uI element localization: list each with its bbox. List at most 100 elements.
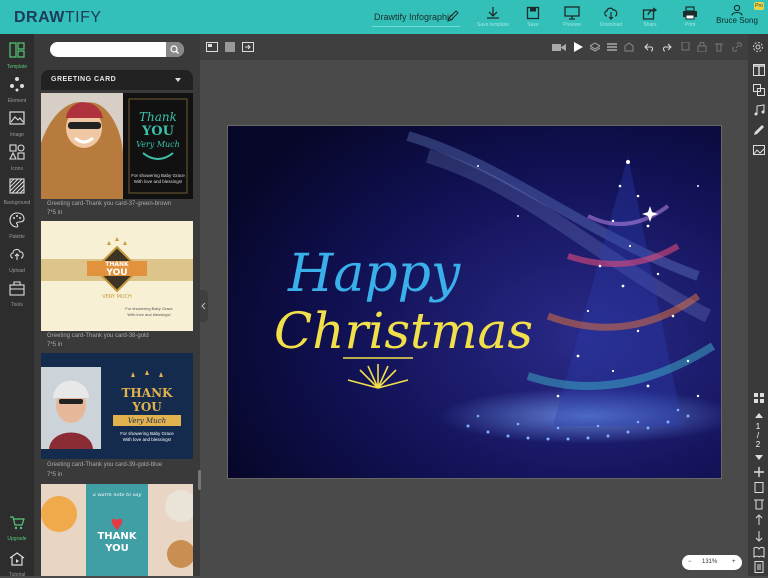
nav-image[interactable]: Image [0, 110, 34, 138]
search-input[interactable] [50, 42, 184, 57]
template-card[interactable]: a warm note to say THANK YOU [41, 484, 193, 576]
share-icon [642, 7, 658, 20]
share-button[interactable]: Share [633, 6, 667, 32]
tutorial-icon [9, 552, 25, 566]
thumb-text: Very Much [128, 417, 166, 425]
nav-palette[interactable]: Palette [0, 212, 34, 240]
image-icon [9, 111, 25, 125]
template-thumbnail: THANK YOU VERY MUCH For showering Baby G… [41, 221, 193, 331]
download-button[interactable]: Download [594, 6, 628, 32]
nav-label: Image [10, 132, 24, 138]
template-card[interactable]: Thank YOU Very Much For showering Baby G… [41, 93, 193, 199]
delete-icon[interactable] [714, 42, 724, 52]
shape-tool-icon[interactable] [753, 84, 765, 96]
nav-tools[interactable]: Tools [0, 280, 34, 308]
template-name: Greeting card-Thank you card-38-gold [47, 333, 149, 339]
headline-happy[interactable]: Happy [287, 244, 461, 304]
move-up-icon[interactable] [753, 514, 765, 526]
pen-icon[interactable] [753, 124, 765, 136]
collapse-panel-button[interactable] [200, 290, 208, 322]
toolbar-label: Print [684, 22, 696, 28]
grid-icon[interactable] [753, 392, 765, 404]
thumb-text: With love and blessings! [134, 179, 183, 184]
text-tool-icon[interactable] [753, 64, 765, 76]
toolbar-label: Save template [477, 22, 509, 28]
design-canvas[interactable]: Happy Christmas [227, 125, 722, 479]
nav-background[interactable]: Background [0, 178, 34, 206]
nav-template[interactable]: Template [0, 42, 34, 70]
zoom-control: − 131% + [682, 555, 742, 570]
thumb-text: YOU [104, 543, 129, 554]
app-logo[interactable]: DRAWTIFY [14, 9, 102, 27]
page-up-icon[interactable] [753, 410, 765, 422]
page-down-icon[interactable] [753, 451, 765, 463]
nav-upload[interactable]: Upload [0, 246, 34, 274]
undo-icon[interactable] [644, 42, 654, 52]
play-icon[interactable] [573, 42, 583, 52]
music-icon[interactable] [753, 104, 765, 116]
document-title[interactable]: Drawtify Infographic [374, 12, 454, 22]
thumb-text: For showering Baby Grace [120, 431, 174, 436]
toolbar-label: Save [527, 22, 539, 28]
notes-icon[interactable] [753, 561, 765, 573]
redo-icon[interactable] [662, 42, 672, 52]
template-thumbnail: THANK YOU Very Much For showering Baby G… [41, 353, 193, 459]
zoom-level[interactable]: 131% [702, 559, 717, 565]
headline-christmas[interactable]: Christmas [274, 302, 533, 360]
settings-area [748, 34, 768, 60]
panel-scrollbar[interactable] [198, 470, 201, 490]
toolbar-label: Download [599, 22, 623, 28]
thumb-text: YOU [105, 268, 127, 278]
thumb-text: For showering Baby Grace [131, 173, 185, 178]
element-icon [10, 77, 24, 92]
category-dropdown[interactable]: GREETING CARD [41, 70, 193, 90]
preview-button[interactable]: Preview [555, 6, 589, 32]
move-down-icon[interactable] [753, 530, 765, 542]
book-icon[interactable] [753, 546, 765, 558]
thumb-text: Very Much [136, 140, 180, 149]
zoom-out-button[interactable]: − [688, 559, 692, 565]
nav-icons[interactable]: Icons [0, 144, 34, 172]
template-name: Greeting card-Thank you card-37-green-br… [47, 201, 172, 207]
thumb-text: With love and blessings! [127, 312, 170, 317]
add-page-icon[interactable] [753, 466, 765, 478]
thumb-text: For showering Baby Grace [125, 306, 173, 311]
delete-page-icon[interactable] [753, 498, 765, 510]
template-card[interactable]: THANK YOU Very Much For showering Baby G… [41, 353, 193, 459]
template-icon [9, 42, 25, 58]
zoom-in-button[interactable]: + [732, 559, 736, 565]
nav-tutorial[interactable]: Tutorial [0, 552, 34, 578]
picture-icon[interactable] [753, 144, 765, 156]
video-icon[interactable] [552, 43, 566, 52]
thumb-text: THANK [105, 261, 129, 268]
nav-label: Tutorial [8, 572, 26, 578]
lock-icon[interactable] [697, 42, 707, 52]
template-card[interactable]: THANK YOU VERY MUCH For showering Baby G… [41, 221, 193, 331]
align-icon[interactable] [607, 42, 617, 52]
copy-icon[interactable] [680, 42, 690, 52]
flip-icon[interactable] [624, 42, 634, 52]
document-title-underline [372, 26, 460, 27]
christmas-card: Happy Christmas [228, 126, 721, 478]
nav-upgrade[interactable]: Upgrade [0, 516, 34, 542]
duplicate-page-icon[interactable] [753, 482, 765, 494]
fit-screen-icon[interactable] [206, 42, 218, 52]
print-icon [683, 6, 697, 20]
save-button[interactable]: Save [516, 6, 550, 32]
nav-label: Upgrade [7, 536, 27, 542]
edit-title-icon[interactable] [446, 9, 460, 23]
save-template-button[interactable]: Save template [476, 6, 510, 32]
template-thumbnail: a warm note to say THANK YOU [41, 484, 193, 576]
upload-icon [10, 248, 24, 260]
nav-element[interactable]: Element [0, 76, 34, 104]
layers-icon[interactable] [590, 42, 600, 52]
template-size: 7*5 in [47, 472, 63, 478]
link-icon[interactable] [732, 42, 742, 52]
gear-icon[interactable] [752, 41, 764, 53]
print-button[interactable]: Print [673, 6, 707, 32]
exit-icon[interactable] [242, 42, 254, 52]
icons-icon [9, 144, 25, 160]
search-button[interactable] [166, 42, 184, 57]
user-name: Bruce Song [716, 16, 758, 25]
background-color-icon[interactable] [225, 42, 235, 52]
